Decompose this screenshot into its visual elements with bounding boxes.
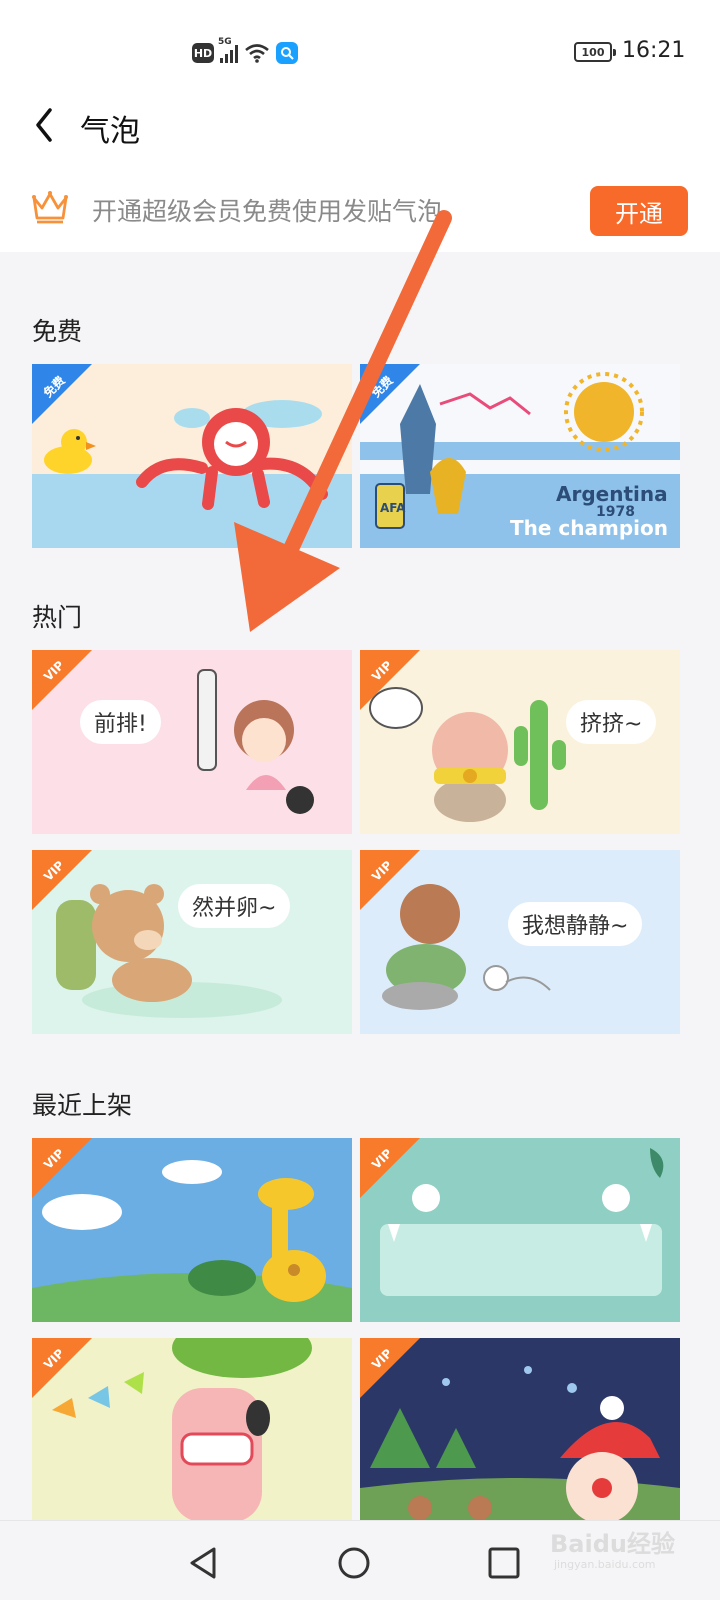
baidu-watermark: Baidu经验 jingyan.baidu.com	[550, 1524, 710, 1574]
speech-bubble: 挤挤~	[566, 700, 657, 744]
free-tag: 免费	[32, 364, 92, 424]
nav-home-icon[interactable]	[336, 1545, 372, 1581]
top-panel: HD 5G 100 16:21 气泡 开通超级会员免费使用发贴气泡 开通	[0, 0, 720, 252]
section-title-hot: 热门	[32, 603, 83, 632]
battery-icon: 100	[574, 42, 616, 62]
hd-icon: HD	[192, 43, 214, 63]
vip-tag: VIP	[360, 1138, 420, 1198]
vip-tag: VIP	[360, 850, 420, 910]
back-arrow-icon[interactable]	[30, 104, 60, 146]
bubble-card-argentina[interactable]: AFA Argentina 1978 The champion 免费	[360, 364, 680, 548]
svg-text:AFA: AFA	[380, 501, 406, 515]
section-title-free: 免费	[32, 317, 83, 346]
wifi-icon	[245, 44, 269, 63]
page-title: 气泡	[80, 114, 140, 149]
open-membership-button[interactable]: 开通	[590, 186, 688, 236]
vip-tag: VIP	[32, 850, 92, 910]
vip-tag: VIP	[32, 1138, 92, 1198]
speech-bubble: 前排!	[80, 700, 161, 744]
status-icons: HD 5G	[192, 37, 298, 66]
bubble-card-front-row[interactable]: 前排! VIP	[32, 650, 352, 834]
bubble-card-quiet[interactable]: 我想静静~ VIP	[360, 850, 680, 1034]
vip-tag: VIP	[360, 650, 420, 710]
crown-icon	[32, 191, 68, 224]
bubble-card-bear[interactable]: 然并卵~ VIP	[32, 850, 352, 1034]
nav-back-icon[interactable]	[186, 1545, 222, 1581]
champion-text: The champion	[510, 516, 668, 540]
free-tag: 免费	[360, 364, 420, 424]
section-title-new: 最近上架	[32, 1091, 133, 1120]
bubble-card-santa[interactable]: VIP	[360, 1338, 680, 1522]
argentina-text: Argentina	[556, 482, 668, 506]
vip-tag: VIP	[32, 650, 92, 710]
status-bar: HD 5G 100 16:21	[0, 0, 720, 104]
bubble-card-squeeze[interactable]: 挤挤~ VIP	[360, 650, 680, 834]
signal-icon: 5G	[218, 37, 238, 63]
watermark-main: Baidu经验	[550, 1530, 675, 1558]
speech-bubble: 我想静静~	[508, 902, 643, 946]
nav-recents-icon[interactable]	[486, 1545, 522, 1581]
vip-tag: VIP	[360, 1338, 420, 1398]
bubble-card-monster[interactable]: VIP	[360, 1138, 680, 1322]
network-type: 5G	[218, 37, 232, 47]
speech-bubble: 然并卵~	[178, 884, 291, 928]
search-notification-icon	[276, 42, 298, 64]
bubble-card-bald-man[interactable]: VIP	[32, 1338, 352, 1522]
bubble-card-giraffe[interactable]: VIP	[32, 1138, 352, 1322]
vip-banner: 开通超级会员免费使用发贴气泡 开通	[0, 180, 720, 240]
vip-tag: VIP	[32, 1338, 92, 1398]
title-bar: 气泡	[0, 96, 720, 156]
watermark-sub: jingyan.baidu.com	[554, 1558, 656, 1571]
bubble-card-duck-octopus[interactable]: 免费	[32, 364, 352, 548]
clock: 16:21	[622, 38, 686, 63]
vip-banner-text: 开通超级会员免费使用发贴气泡	[92, 197, 443, 226]
